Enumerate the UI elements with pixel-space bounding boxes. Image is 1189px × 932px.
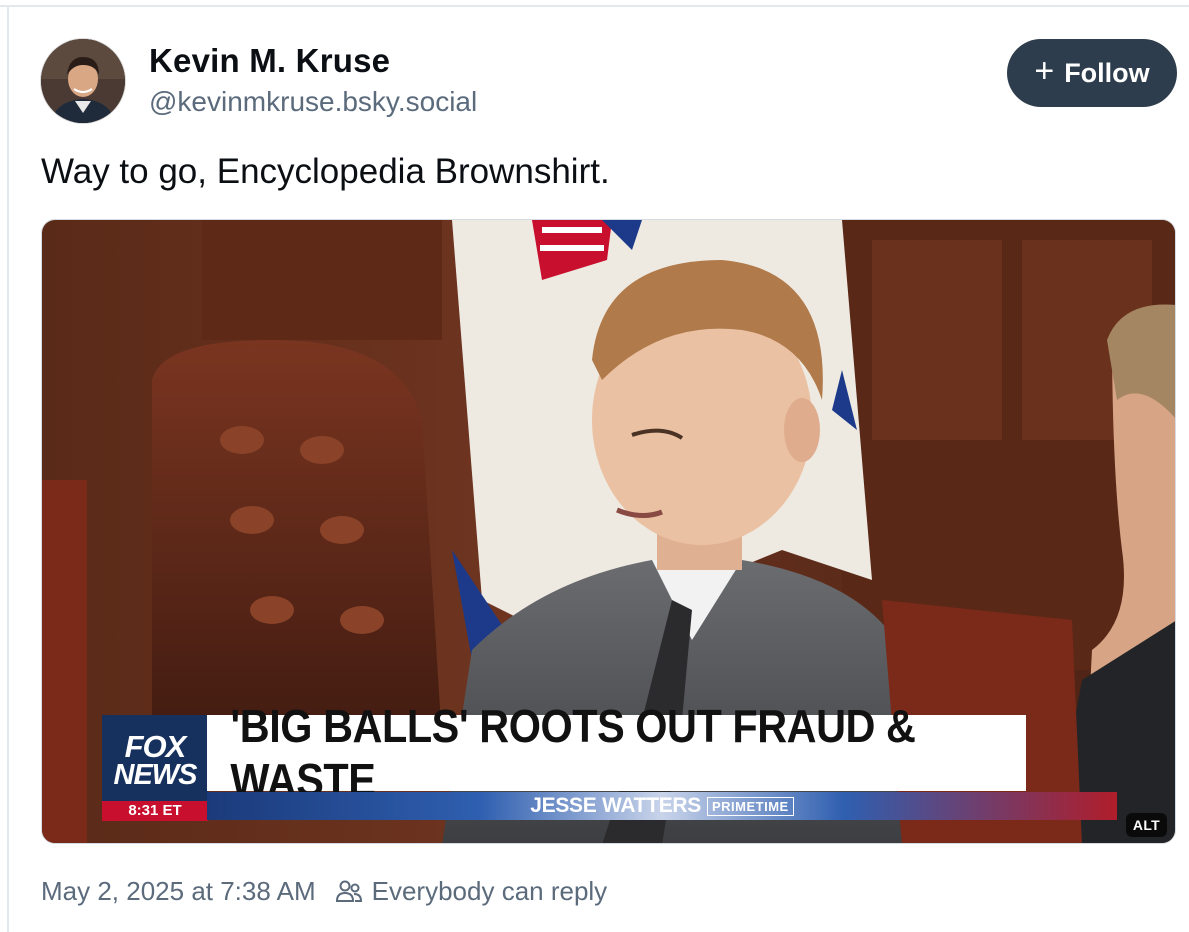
fox-logo-bottom: NEWS: [113, 759, 198, 791]
fox-news-logo: FOX NEWS 8:31 ET: [102, 715, 208, 821]
chyron-show-name: JESSE WATTERS PRIMETIME: [207, 792, 1117, 820]
chyron-show-suffix: PRIMETIME: [707, 796, 794, 816]
chyron-show-title: JESSE WATTERS: [530, 794, 701, 817]
top-divider: [0, 5, 1189, 7]
chyron-headline: 'BIG BALLS' ROOTS OUT FRAUD & WASTE: [207, 700, 1026, 806]
follow-button-label: Follow: [1064, 57, 1150, 88]
network-time: 8:31 ET: [102, 801, 208, 821]
reply-setting-label: Everybody can reply: [371, 876, 608, 906]
post-image[interactable]: FOX NEWS 8:31 ET 'BIG BALLS' ROOTS OUT F…: [41, 219, 1176, 844]
author-avatar[interactable]: [41, 39, 125, 123]
reply-setting[interactable]: Everybody can reply: [334, 876, 608, 907]
people-icon: [334, 877, 364, 907]
avatar-image: [41, 39, 125, 123]
post-timestamp[interactable]: May 2, 2025 at 7:38 AM: [41, 876, 316, 907]
left-divider: [7, 6, 9, 932]
post-footer: May 2, 2025 at 7:38 AM Everybody can rep…: [41, 876, 607, 907]
post-text: Way to go, Encyclopedia Brownshirt.: [41, 152, 610, 191]
plus-icon: +: [1034, 52, 1055, 90]
alt-text-badge[interactable]: ALT: [1125, 813, 1167, 837]
follow-button[interactable]: + Follow: [1007, 39, 1177, 107]
author-display-name[interactable]: Kevin M. Kruse: [149, 42, 390, 80]
author-handle[interactable]: @kevinmkruse.bsky.social: [149, 86, 477, 118]
